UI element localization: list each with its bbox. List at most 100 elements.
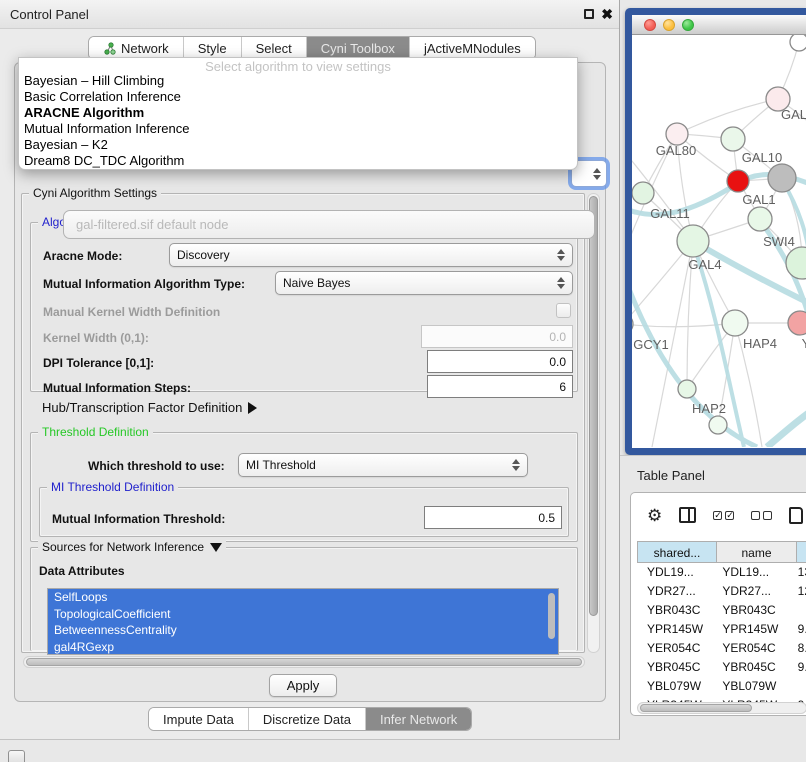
apply-button-label: Apply xyxy=(287,678,320,693)
deselect-all-checkboxes-icon[interactable] xyxy=(751,511,772,520)
network-node[interactable] xyxy=(721,127,745,151)
network-node-label: SWI4 xyxy=(763,234,795,249)
column-header[interactable] xyxy=(797,541,806,563)
network-node-label: HAP4 xyxy=(743,336,777,351)
apply-button[interactable]: Apply xyxy=(269,674,337,697)
network-node-label: HAP2 xyxy=(692,401,726,416)
table-header: shared...name xyxy=(637,541,806,563)
network-node[interactable] xyxy=(678,380,696,398)
tab-infer-network[interactable]: Infer Network xyxy=(366,708,471,730)
table-row[interactable]: YBL079WYBL079W xyxy=(637,677,806,696)
aracne-mode-select[interactable]: Discovery xyxy=(169,243,573,267)
dropdown-items: Bayesian – Hill ClimbingBasic Correlatio… xyxy=(19,73,577,169)
select-all-checkboxes-icon[interactable]: ✓✓ xyxy=(713,511,734,520)
scrollbar-thumb[interactable] xyxy=(26,658,582,666)
tab-network[interactable]: Network xyxy=(89,37,184,59)
network-node[interactable] xyxy=(727,170,749,192)
tab-discretize-data[interactable]: Discretize Data xyxy=(249,708,366,730)
data-attributes-list[interactable]: SelfLoopsTopologicalCoefficientBetweenne… xyxy=(47,588,559,655)
table-cell: YBL079W xyxy=(637,677,712,696)
settings-horizontal-scrollbar[interactable] xyxy=(23,656,585,668)
network-node[interactable] xyxy=(709,416,727,434)
sources-toggle[interactable]: Sources for Network Inference xyxy=(38,540,226,554)
network-node-label: GAL80 xyxy=(656,143,696,158)
close-traffic-light[interactable] xyxy=(644,19,656,31)
column-header[interactable]: name xyxy=(717,541,797,563)
kernel-width-field[interactable]: 0.0 xyxy=(421,325,573,348)
network-window-titlebar xyxy=(632,15,806,35)
tab-jactivemnodules[interactable]: jActiveMNodules xyxy=(410,37,535,59)
mi-algorithm-type-select[interactable]: Naive Bayes xyxy=(275,271,573,295)
aracne-mode-label: Aracne Mode: xyxy=(43,249,122,263)
attribute-list-item[interactable]: TopologicalCoefficient xyxy=(48,606,558,623)
float-window-icon[interactable] xyxy=(584,9,594,19)
network-nodes: GALGAL80GAL10GAL1GAL11SWI4GAL4GCY1HAP4YH… xyxy=(632,35,806,434)
table-row[interactable]: YIL052CYIL052C9. xyxy=(637,715,806,716)
table-row[interactable]: YDR27...YDR27...12 xyxy=(637,582,806,601)
algorithm-option[interactable]: Mutual Information Inference xyxy=(19,121,577,137)
network-icon xyxy=(103,42,116,55)
zoom-traffic-light[interactable] xyxy=(682,19,694,31)
manual-kernel-width-checkbox[interactable] xyxy=(556,303,571,318)
network-node[interactable] xyxy=(788,311,806,335)
algorithm-option[interactable]: Bayesian – Hill Climbing xyxy=(19,73,577,89)
mi-threshold-field[interactable]: 0.5 xyxy=(424,506,562,529)
gear-icon[interactable]: ⚙ xyxy=(647,507,662,524)
table-data-combobox[interactable]: gal-filtered.sif default node xyxy=(63,210,595,239)
scrollbar-thumb[interactable] xyxy=(640,704,752,712)
table-row[interactable]: YBR043CYBR043C xyxy=(637,601,806,620)
table-cell xyxy=(788,677,806,696)
tab-cyni-toolbox[interactable]: Cyni Toolbox xyxy=(307,37,410,59)
collapsed-arrow-icon xyxy=(248,402,257,414)
list-scrollbar[interactable] xyxy=(548,593,555,639)
hub-definition-toggle[interactable]: Hub/Transcription Factor Definition xyxy=(42,400,257,415)
network-node[interactable] xyxy=(722,310,748,336)
network-node[interactable] xyxy=(632,314,633,334)
hub-definition-label: Hub/Transcription Factor Definition xyxy=(42,400,242,415)
table-cell: 9. xyxy=(788,715,806,716)
table-cell: 9. xyxy=(788,658,806,677)
tab-select[interactable]: Select xyxy=(242,37,307,59)
mi-steps-field[interactable]: 6 xyxy=(427,375,573,398)
close-icon[interactable]: ✖ xyxy=(601,6,613,23)
dpi-tolerance-field[interactable]: 0.0 xyxy=(427,350,573,373)
table-row[interactable]: YER054CYER054C8. xyxy=(637,639,806,658)
algorithm-option[interactable]: Basic Correlation Inference xyxy=(19,89,577,105)
network-node[interactable] xyxy=(748,207,772,231)
table-horizontal-scrollbar[interactable] xyxy=(637,702,806,714)
network-node[interactable] xyxy=(632,182,654,204)
network-node[interactable] xyxy=(666,123,688,145)
attribute-list-item[interactable]: gal4RGexp xyxy=(48,639,558,656)
network-node[interactable] xyxy=(768,164,796,192)
tab-impute-data[interactable]: Impute Data xyxy=(149,708,249,730)
network-node[interactable] xyxy=(677,225,709,257)
network-node[interactable] xyxy=(790,35,806,51)
table-row[interactable]: YDL19...YDL19...13 xyxy=(637,563,806,582)
columns-icon[interactable] xyxy=(679,507,696,523)
column-header[interactable]: shared... xyxy=(637,541,717,563)
combo-arrows-icon xyxy=(557,249,565,261)
settings-vertical-scrollbar[interactable] xyxy=(587,193,600,653)
table-row[interactable]: YBR045CYBR045C9. xyxy=(637,658,806,677)
which-threshold-select[interactable]: MI Threshold xyxy=(238,453,528,477)
tab-label: Style xyxy=(198,41,227,56)
algorithm-option[interactable]: Bayesian – K2 xyxy=(19,137,577,153)
tab-style[interactable]: Style xyxy=(184,37,242,59)
table-cell: YBR043C xyxy=(712,601,787,620)
mi-steps-label: Mutual Information Steps: xyxy=(43,381,191,395)
algorithm-option[interactable]: Dream8 DC_TDC Algorithm xyxy=(19,153,577,169)
kernel-width-label: Kernel Width (0,1): xyxy=(43,331,149,345)
network-graph[interactable]: GALGAL80GAL10GAL1GAL11SWI4GAL4GCY1HAP4YH… xyxy=(632,35,806,447)
table-cell: YBR043C xyxy=(637,601,712,620)
algorithm-option[interactable]: ARACNE Algorithm xyxy=(19,105,577,121)
control-panel-window: Control Panel ✖ Network Style Select Cyn… xyxy=(0,0,620,740)
mi-algorithm-type-label: Mutual Information Algorithm Type: xyxy=(43,277,245,291)
table-row[interactable]: YPR145WYPR145W9. xyxy=(637,620,806,639)
attribute-list-item[interactable]: SelfLoops xyxy=(48,589,558,606)
minimize-traffic-light[interactable] xyxy=(663,19,675,31)
network-node[interactable] xyxy=(786,247,806,279)
document-icon[interactable] xyxy=(789,507,803,524)
attribute-list-item[interactable]: BetweennessCentrality xyxy=(48,622,558,639)
panel-corner-icon[interactable] xyxy=(8,750,25,762)
scrollbar-thumb[interactable] xyxy=(589,196,598,616)
